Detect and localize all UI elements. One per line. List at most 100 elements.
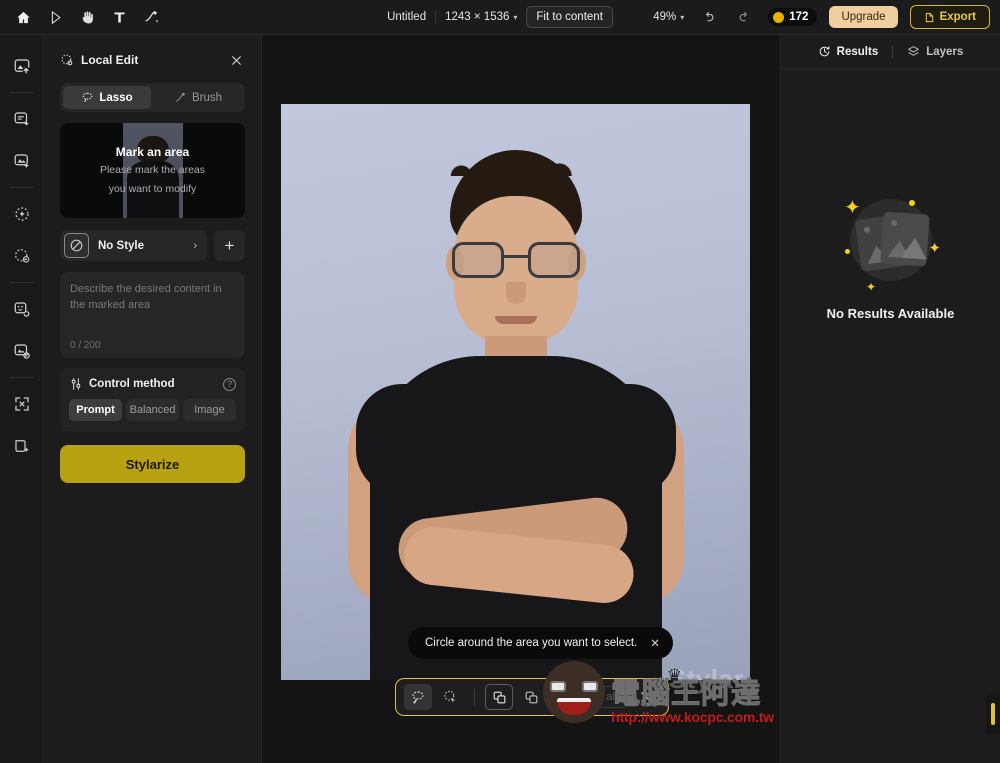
zoom-level-selector[interactable]: 49% ▾ <box>653 11 684 23</box>
results-panel: Results Layers ✦ ✦ ✦ No Results Availabl… <box>780 35 1000 763</box>
image-to-image-icon[interactable] <box>7 146 37 176</box>
app-body: Local Edit Lasso Brush Mark an area Plea… <box>0 35 1000 763</box>
control-method-header: Control method ? <box>69 377 236 391</box>
tab-layers[interactable]: Layers <box>907 45 963 58</box>
tool-group <box>0 4 166 30</box>
chevron-down-icon: ▾ <box>513 12 518 22</box>
mode-lasso-tab[interactable]: Lasso <box>63 86 151 109</box>
sparkle-icon: ✦ <box>844 197 861 219</box>
home-icon[interactable] <box>8 4 38 30</box>
right-edge-handle[interactable] <box>986 693 1000 735</box>
mode-brush-tab[interactable]: Brush <box>154 86 242 109</box>
brush-icon[interactable] <box>136 4 166 30</box>
canvas-dimensions[interactable]: 1243 × 1536 ▾ <box>445 11 517 23</box>
tooltip-close-icon[interactable]: ✕ <box>650 636 660 650</box>
freehand-lasso-icon[interactable] <box>404 684 432 710</box>
control-option-image[interactable]: Image <box>183 399 236 421</box>
control-option-balanced[interactable]: Balanced <box>126 399 179 421</box>
magic-select-icon[interactable] <box>7 199 37 229</box>
canvas-image[interactable] <box>281 104 750 680</box>
results-panel-tabs: Results Layers <box>781 35 1000 69</box>
rail-divider <box>9 282 34 283</box>
redo-button[interactable] <box>732 5 756 29</box>
portrait-mouth <box>494 316 537 324</box>
lasso-icon <box>83 92 93 103</box>
export-label: Export <box>939 11 976 23</box>
prompt-input[interactable]: Describe the desired content in the mark… <box>60 272 245 358</box>
toolbar-divider <box>474 688 475 706</box>
subtract-selection-icon[interactable] <box>517 684 545 710</box>
help-icon[interactable]: ? <box>223 377 236 391</box>
edge-handle-bar <box>991 703 995 725</box>
top-toolbar: Untitled 1243 × 1536 ▾ Fit to content 49… <box>0 0 1000 35</box>
divider <box>435 10 437 24</box>
canvas-dimensions-label: 1243 × 1536 <box>445 11 510 23</box>
local-edit-icon[interactable] <box>7 241 37 271</box>
credits-badge[interactable]: 172 <box>768 8 818 26</box>
mark-area-subtitle-line1: Please mark the areas <box>99 163 206 176</box>
no-style-icon <box>64 233 89 258</box>
control-method-title: Control method <box>89 378 175 390</box>
control-method-options: Prompt Balanced Image <box>69 399 236 421</box>
sparkle-dot <box>909 200 915 206</box>
stylarize-button[interactable]: Stylarize <box>60 445 245 483</box>
face-swap-icon[interactable] <box>7 294 37 324</box>
image-upload-icon[interactable] <box>7 51 37 81</box>
text-to-image-icon[interactable] <box>7 104 37 134</box>
portrait-nose <box>505 282 526 304</box>
expand-icon[interactable] <box>7 431 37 461</box>
history-icon <box>819 46 830 57</box>
zoom-level-label: 49% <box>653 11 677 23</box>
tab-results-label: Results <box>836 45 879 58</box>
rail-divider <box>9 92 34 93</box>
close-icon[interactable] <box>227 51 245 69</box>
style-name: No Style <box>98 239 145 252</box>
hand-icon[interactable] <box>72 4 102 30</box>
retouch-icon[interactable] <box>7 336 37 366</box>
export-button[interactable]: Export <box>909 5 990 29</box>
toolbar-divider <box>555 688 556 706</box>
coin-icon <box>773 11 785 23</box>
upscale-icon[interactable] <box>7 389 37 419</box>
edit-mode-segmented-control: Lasso Brush <box>60 83 245 112</box>
prompt-placeholder: Describe the desired content in the mark… <box>70 283 222 311</box>
polygon-lasso-icon[interactable] <box>436 684 464 710</box>
control-option-prompt[interactable]: Prompt <box>69 399 122 421</box>
upgrade-button[interactable]: Upgrade <box>829 6 898 28</box>
chevron-down-icon: ▾ <box>680 12 685 22</box>
card-mountain-large <box>900 236 929 260</box>
portrait-glasses <box>451 242 580 278</box>
fit-to-content-button[interactable]: Fit to content <box>526 6 613 28</box>
empty-gallery-icon: ✦ ✦ ✦ <box>838 187 943 294</box>
lasso-toolbar: Clear all <box>395 678 670 716</box>
document-title[interactable]: Untitled <box>387 11 426 23</box>
local-edit-icon <box>61 54 73 66</box>
layers-icon <box>908 46 920 56</box>
style-selector[interactable]: No Style › <box>60 230 207 261</box>
panel-header: Local Edit <box>60 42 245 78</box>
lasso-toolbar-close-icon[interactable] <box>632 684 660 710</box>
sparkle-dot <box>845 249 850 254</box>
sparkle-icon: ✦ <box>866 280 877 294</box>
empty-card-front <box>880 211 930 267</box>
add-selection-icon[interactable] <box>485 684 513 710</box>
cursor-icon[interactable] <box>40 4 70 30</box>
panel-title: Local Edit <box>81 53 139 67</box>
card-dot <box>863 226 871 234</box>
undo-button[interactable] <box>696 5 720 29</box>
selection-tooltip: Circle around the area you want to selec… <box>408 627 673 659</box>
mark-area-title: Mark an area <box>115 144 190 159</box>
canvas-area[interactable]: Stylar Circle around the area you want t… <box>262 35 780 763</box>
brush-stroke-icon <box>175 92 186 102</box>
text-icon[interactable] <box>104 4 134 30</box>
mode-lasso-label: Lasso <box>99 91 133 104</box>
chevron-right-icon: › <box>193 239 197 252</box>
tab-results[interactable]: Results <box>818 45 879 58</box>
empty-state-label: No Results Available <box>826 306 955 321</box>
mark-area-card[interactable]: Mark an area Please mark the areas you w… <box>60 123 245 218</box>
clear-all-button[interactable]: Clear all <box>566 686 629 708</box>
add-style-button[interactable]: + <box>214 230 245 261</box>
portrait-sleeve-left <box>355 384 452 496</box>
export-icon <box>925 12 933 22</box>
style-selector-row: No Style › + <box>60 230 245 261</box>
